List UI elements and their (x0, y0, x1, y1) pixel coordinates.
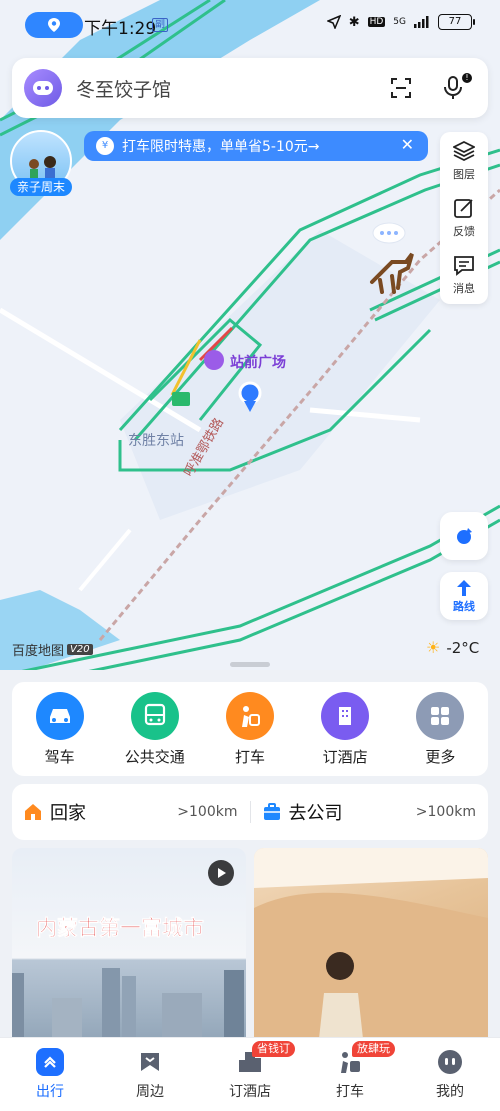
quick-actions: 驾车 公共交通 打车 订酒店 更多 (12, 682, 488, 776)
grid-more-icon (416, 691, 465, 740)
brand-version: V20 (67, 644, 93, 655)
feedback-label: 反馈 (453, 224, 475, 238)
network-type: 5G (393, 17, 406, 27)
layers-label: 图层 (453, 167, 475, 181)
tab-badge: 省钱订 (252, 1041, 295, 1057)
nearby-icon (136, 1048, 164, 1076)
tab-label: 打车 (336, 1084, 364, 1100)
tab-profile[interactable]: 我的 (400, 1038, 500, 1111)
search-bar[interactable]: 冬至饺子馆 ! (12, 58, 488, 118)
messages-button[interactable]: 消息 (440, 246, 488, 303)
weather-widget[interactable]: ☀ -2°C (426, 638, 479, 657)
feed-card-desert-photo[interactable] (254, 848, 488, 1048)
locate-button[interactable] (440, 512, 488, 560)
go-home-shortcut[interactable]: 回家 >100km (12, 799, 250, 825)
message-icon (454, 255, 474, 276)
quick-action-transit[interactable]: 公共交通 (110, 691, 200, 767)
tab-label: 出行 (36, 1084, 64, 1100)
home-icon (25, 804, 41, 820)
tab-label: 我的 (436, 1084, 464, 1100)
travel-icon (36, 1048, 64, 1076)
quick-action-drive[interactable]: 驾车 (15, 691, 105, 767)
status-time: 下午1:29 (84, 19, 157, 39)
map-tools-panel: 图层 反馈 消息 (440, 132, 488, 304)
hotel-icon (321, 691, 370, 740)
close-icon[interactable]: ✕ (401, 135, 414, 154)
tab-taxi[interactable]: 放肆玩 打车 (300, 1038, 400, 1111)
feedback-button[interactable]: 反馈 (440, 189, 488, 246)
tab-label: 订酒店 (229, 1084, 271, 1100)
microphone-alert-dot: ! (462, 73, 472, 83)
quick-action-label: 打车 (234, 747, 265, 766)
taxi-promo-banner[interactable]: ¥ 打车限时特惠，单单省5-10元→ ✕ (84, 131, 428, 161)
sun-icon: ☀ (426, 638, 441, 657)
poi-plaza-label[interactable]: 站前广场 (230, 352, 286, 372)
battery-indicator: 77 (438, 14, 475, 30)
status-right-group: ✱ HD 5G 77 (326, 14, 475, 30)
quick-action-label: 更多 (425, 747, 456, 766)
navigation-arrow-icon (326, 15, 341, 29)
home-label: 回家 (50, 803, 86, 824)
car-icon (35, 691, 84, 740)
search-input[interactable]: 冬至饺子馆 (76, 75, 384, 102)
quick-action-hotel[interactable]: 订酒店 (300, 691, 390, 767)
layers-button[interactable]: 图层 (440, 132, 488, 189)
route-button[interactable]: 路线 (440, 572, 488, 620)
tab-nearby[interactable]: 周边 (100, 1038, 200, 1111)
coupon-icon: ¥ (96, 137, 114, 155)
city-skyline-image (12, 968, 244, 1048)
briefcase-icon (263, 803, 280, 820)
quick-action-label: 驾车 (44, 747, 75, 766)
content-feed: 内蒙古第一富城市 (12, 848, 488, 1048)
family-weekend-tag[interactable]: 亲子周末 (10, 178, 72, 196)
layers-icon (453, 140, 475, 161)
status-extra-badge: 副 (152, 18, 168, 32)
bluetooth-icon: ✱ (348, 14, 360, 30)
location-status-pill (25, 12, 83, 38)
signal-icon (414, 16, 429, 28)
go-work-shortcut[interactable]: 去公司 >100km (251, 799, 489, 825)
location-pin-icon (48, 18, 60, 32)
tab-label: 周边 (136, 1084, 164, 1100)
bus-icon (130, 691, 179, 740)
tab-hotel[interactable]: 省钱订 订酒店 (200, 1038, 300, 1111)
quick-action-more[interactable]: 更多 (395, 691, 485, 767)
temperature: -2°C (446, 638, 480, 657)
hd-badge: HD (367, 17, 386, 27)
locate-icon (457, 528, 472, 544)
address-shortcuts: 回家 >100km 去公司 >100km (12, 784, 488, 840)
taxi-icon (225, 691, 274, 740)
feed-card-city-video[interactable]: 内蒙古第一富城市 (12, 848, 246, 1048)
taxi-promo-text: 打车限时特惠，单单省5-10元→ (122, 139, 320, 155)
sheet-drag-handle[interactable] (230, 662, 270, 667)
route-arrow-icon (457, 580, 471, 596)
bottom-tab-bar: 出行 周边 省钱订 订酒店 放肆玩 打车 我的 (0, 1037, 500, 1111)
desert-portrait-image (254, 848, 488, 1048)
route-label: 路线 (453, 600, 475, 613)
messages-label: 消息 (453, 281, 475, 295)
feedback-edit-icon (454, 198, 473, 218)
scan-icon[interactable] (384, 71, 418, 105)
status-bar: 下午1:29 副 ✱ HD 5G 77 (0, 0, 500, 50)
poi-station-label[interactable]: 东胜东站 (128, 430, 184, 450)
quick-action-taxi[interactable]: 打车 (205, 691, 295, 767)
microphone-icon[interactable]: ! (436, 71, 472, 105)
quick-action-label: 公共交通 (124, 747, 185, 766)
tab-travel[interactable]: 出行 (0, 1038, 100, 1111)
tab-badge: 放肆玩 (352, 1041, 395, 1057)
assistant-avatar-icon[interactable] (24, 69, 62, 107)
profile-icon (436, 1048, 464, 1076)
quick-action-label: 订酒店 (322, 747, 368, 766)
work-label: 去公司 (288, 803, 343, 824)
brand-name: 百度地图 (12, 644, 65, 659)
map-brand: 百度地图 V20 (12, 640, 93, 659)
home-distance: >100km (177, 804, 238, 820)
work-distance: >100km (415, 804, 476, 820)
